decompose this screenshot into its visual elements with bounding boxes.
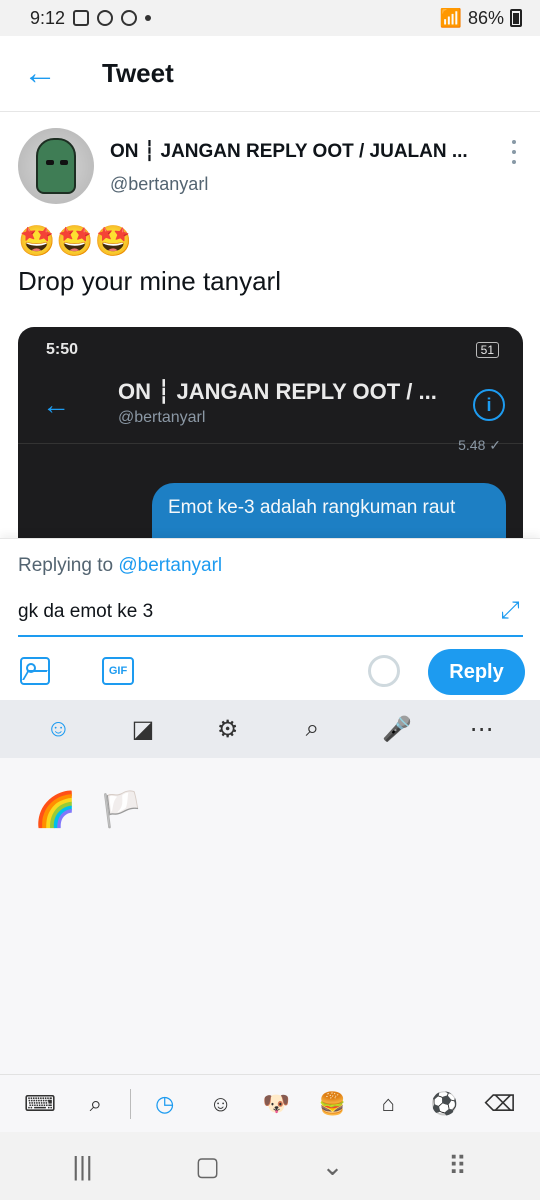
- dot-icon: [145, 15, 152, 21]
- character-count-ring: [368, 655, 400, 687]
- battery-icon: [510, 9, 522, 27]
- author-name[interactable]: ON ┆ JANGAN REPLY OOT / JUALAN ...: [110, 140, 490, 163]
- status-bar: 9:12 📶 86%: [0, 0, 540, 36]
- avatar-character: [36, 138, 76, 194]
- embed-time: 5:50: [46, 341, 79, 358]
- avatar-eye-left: [46, 160, 54, 165]
- embed-arrow-left-icon: ←: [42, 389, 70, 420]
- app-header: ← Tweet: [0, 36, 540, 112]
- sticker-icon[interactable]: ◪: [119, 705, 167, 753]
- do-not-disturb-icon: [121, 10, 138, 26]
- status-time: 9:12: [30, 7, 66, 28]
- search-icon[interactable]: ⌕: [68, 1075, 124, 1133]
- gallery-icon: [73, 10, 90, 26]
- backspace-icon[interactable]: ⌫: [472, 1075, 528, 1133]
- embed-name: ON ┆ JANGAN REPLY OOT / ...: [118, 379, 437, 404]
- back-button[interactable]: ←: [0, 36, 80, 112]
- notification-icon: [97, 10, 114, 26]
- keyboard-toolbar: ☺ ◪ ⚙ ⌕ 🎤 ⋯: [0, 700, 540, 758]
- more-options-button[interactable]: [504, 140, 524, 164]
- ball-icon[interactable]: ⚽: [416, 1075, 472, 1133]
- image-icon[interactable]: [20, 657, 50, 685]
- avatar-eye-right: [60, 160, 68, 165]
- reply-button[interactable]: Reply: [428, 649, 525, 695]
- gif-button[interactable]: GIF: [102, 657, 134, 685]
- tweet-text: Drop your mine tanyarl: [18, 266, 281, 296]
- embed-info-icon: i: [473, 389, 505, 421]
- keyboard-icon[interactable]: ⌨: [12, 1075, 68, 1133]
- avatar[interactable]: [18, 128, 94, 204]
- author-handle[interactable]: @bertanyarl: [110, 174, 208, 195]
- more-dot: [512, 160, 516, 164]
- dog-icon[interactable]: 🐶: [249, 1075, 305, 1133]
- emoji-rainbow[interactable]: 🌈: [34, 790, 76, 830]
- embed-handle: @bertanyarl: [118, 409, 206, 426]
- search-icon[interactable]: ⌕: [288, 705, 336, 753]
- emoji-white-flag[interactable]: 🏳️: [100, 790, 142, 830]
- replying-to-handle[interactable]: @bertanyarl: [118, 555, 222, 576]
- home-icon[interactable]: ▢: [178, 1141, 238, 1191]
- burger-icon[interactable]: 🍔: [304, 1075, 360, 1133]
- arrow-left-icon: ←: [23, 54, 57, 92]
- more-dot: [512, 150, 516, 154]
- wifi-icon: 📶: [439, 7, 462, 28]
- embed-divider: [18, 443, 523, 444]
- emoji-panel: 🌈 🏳️: [0, 758, 540, 1074]
- embed-message-bubble: Emot ke-3 adalah rangkuman raut: [152, 483, 506, 538]
- house-icon[interactable]: ⌂: [360, 1075, 416, 1133]
- replying-to-prefix: Replying to: [18, 555, 119, 576]
- keyboard-switch-icon[interactable]: ⠿: [428, 1141, 488, 1191]
- smiley-icon[interactable]: ☺: [193, 1075, 249, 1133]
- expand-icon[interactable]: ⤢: [496, 597, 524, 625]
- clock-icon[interactable]: ◷: [137, 1075, 193, 1133]
- recents-icon[interactable]: |||: [53, 1141, 113, 1191]
- tweet-emojis: 🤩🤩🤩: [18, 225, 134, 258]
- more-icon[interactable]: ⋯: [458, 705, 506, 753]
- smiley-icon[interactable]: ☺: [34, 705, 82, 753]
- microphone-icon[interactable]: 🎤: [373, 705, 421, 753]
- tweet-media-image[interactable]: 5:50 51 ← ON ┆ JANGAN REPLY OOT / ... @b…: [18, 327, 523, 538]
- page-title: Tweet: [102, 58, 174, 88]
- gear-icon[interactable]: ⚙: [204, 705, 252, 753]
- reply-input[interactable]: [18, 601, 488, 623]
- emoji-category-bar: ⌨ ⌕ ◷ ☺ 🐶 🍔 ⌂ ⚽ ⌫: [0, 1074, 540, 1132]
- battery-percent: 86%: [467, 7, 504, 28]
- embed-status-bar: 5:50 51: [46, 341, 499, 359]
- system-nav-bar: ||| ▢ ⌄ ⠿: [0, 1132, 540, 1200]
- back-chevron-icon[interactable]: ⌄: [303, 1141, 363, 1191]
- reply-composer: Replying to @bertanyarl ⤢ GIF Reply: [0, 538, 540, 700]
- tweet: ON ┆ JANGAN REPLY OOT / JUALAN ... @bert…: [0, 112, 540, 538]
- input-underline: [18, 635, 523, 637]
- replying-to: Replying to @bertanyarl: [18, 555, 222, 577]
- embed-message-time: 5.48 ✓: [458, 437, 501, 453]
- embed-battery: 51: [475, 342, 499, 358]
- more-dot: [512, 140, 516, 144]
- category-separator: [129, 1088, 131, 1119]
